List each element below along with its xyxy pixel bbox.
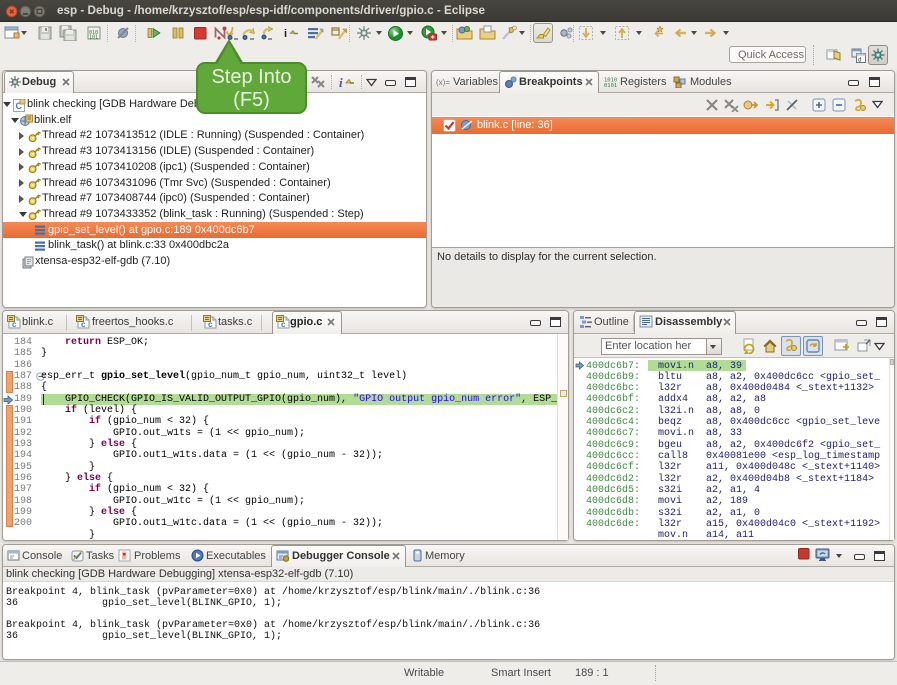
svg-text:c: c bbox=[281, 320, 286, 329]
svg-text:i: i bbox=[284, 28, 287, 40]
svg-text:0101: 0101 bbox=[604, 83, 617, 88]
svg-text:101: 101 bbox=[89, 35, 98, 41]
svg-text:c: c bbox=[208, 320, 213, 329]
svg-text:i: i bbox=[339, 75, 343, 90]
svg-text:d: d bbox=[858, 58, 861, 64]
svg-text:(x)=: (x)= bbox=[436, 78, 450, 87]
svg-text:c: c bbox=[81, 320, 86, 329]
svg-text:c: c bbox=[12, 320, 17, 329]
